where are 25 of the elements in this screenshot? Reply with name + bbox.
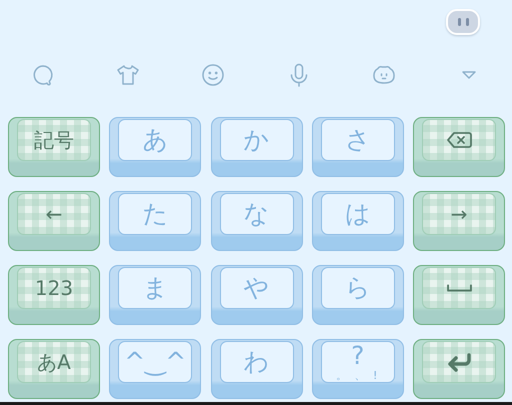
- kana-key[interactable]: ? 。 、 !: [312, 339, 404, 399]
- function-key[interactable]: あA: [8, 339, 100, 399]
- backspace-key[interactable]: [413, 117, 505, 177]
- kana-key[interactable]: ら: [312, 265, 404, 325]
- function-key[interactable]: 123: [8, 265, 100, 325]
- kana-key[interactable]: か: [210, 117, 302, 177]
- smiley-icon[interactable]: [201, 63, 226, 87]
- space-icon: [446, 284, 472, 292]
- shirt-icon[interactable]: [116, 63, 140, 87]
- kana-key[interactable]: た: [109, 191, 202, 251]
- kana-key[interactable]: は: [312, 191, 404, 251]
- kana-key[interactable]: ま: [109, 265, 202, 325]
- enter-key[interactable]: [413, 339, 505, 399]
- chat-bubble-icon[interactable]: [30, 63, 55, 87]
- kana-key[interactable]: な: [210, 191, 302, 251]
- mascot-bubble-icon[interactable]: [446, 9, 480, 35]
- space-key[interactable]: [413, 265, 505, 325]
- kana-key[interactable]: や: [210, 265, 302, 325]
- kana-key[interactable]: わ: [210, 339, 302, 399]
- function-key[interactable]: 記号: [8, 117, 100, 177]
- kana-key[interactable]: さ: [312, 117, 404, 177]
- kana-key[interactable]: ^‿^: [109, 339, 202, 399]
- kana-key[interactable]: あ: [109, 117, 202, 177]
- function-key[interactable]: ←: [8, 191, 100, 251]
- function-key[interactable]: →: [413, 191, 505, 251]
